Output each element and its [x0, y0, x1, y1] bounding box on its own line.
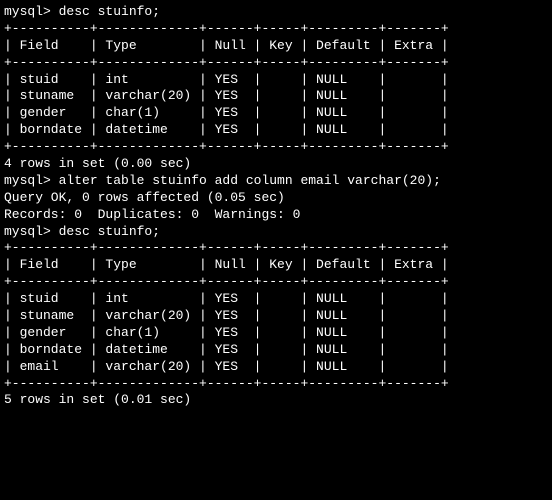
result-summary: 4 rows in set (0.00 sec)	[4, 156, 548, 173]
result-summary: 5 rows in set (0.01 sec)	[4, 392, 548, 409]
mysql-prompt-line: mysql> desc stuinfo;	[4, 4, 548, 21]
table-row: | gender | char(1) | YES | | NULL | |	[4, 325, 548, 342]
table-row: | gender | char(1) | YES | | NULL | |	[4, 105, 548, 122]
table-border: +----------+-------------+------+-----+-…	[4, 55, 548, 72]
table-row: | stuname | varchar(20) | YES | | NULL |…	[4, 308, 548, 325]
table-row: | email | varchar(20) | YES | | NULL | |	[4, 359, 548, 376]
table-row: | stuname | varchar(20) | YES | | NULL |…	[4, 88, 548, 105]
table-border: +----------+-------------+------+-----+-…	[4, 139, 548, 156]
mysql-prompt-line: mysql> desc stuinfo;	[4, 224, 548, 241]
table-row: | borndate | datetime | YES | | NULL | |	[4, 342, 548, 359]
query-result: Records: 0 Duplicates: 0 Warnings: 0	[4, 207, 548, 224]
table-border: +----------+-------------+------+-----+-…	[4, 376, 548, 393]
table-border: +----------+-------------+------+-----+-…	[4, 21, 548, 38]
table-row: | borndate | datetime | YES | | NULL | |	[4, 122, 548, 139]
table-border: +----------+-------------+------+-----+-…	[4, 274, 548, 291]
table-border: +----------+-------------+------+-----+-…	[4, 240, 548, 257]
mysql-prompt-line: mysql> alter table stuinfo add column em…	[4, 173, 548, 190]
query-result: Query OK, 0 rows affected (0.05 sec)	[4, 190, 548, 207]
table-header: | Field | Type | Null | Key | Default | …	[4, 38, 548, 55]
table-header: | Field | Type | Null | Key | Default | …	[4, 257, 548, 274]
table-row: | stuid | int | YES | | NULL | |	[4, 291, 548, 308]
table-row: | stuid | int | YES | | NULL | |	[4, 72, 548, 89]
terminal-output: mysql> desc stuinfo; +----------+-------…	[4, 4, 548, 409]
